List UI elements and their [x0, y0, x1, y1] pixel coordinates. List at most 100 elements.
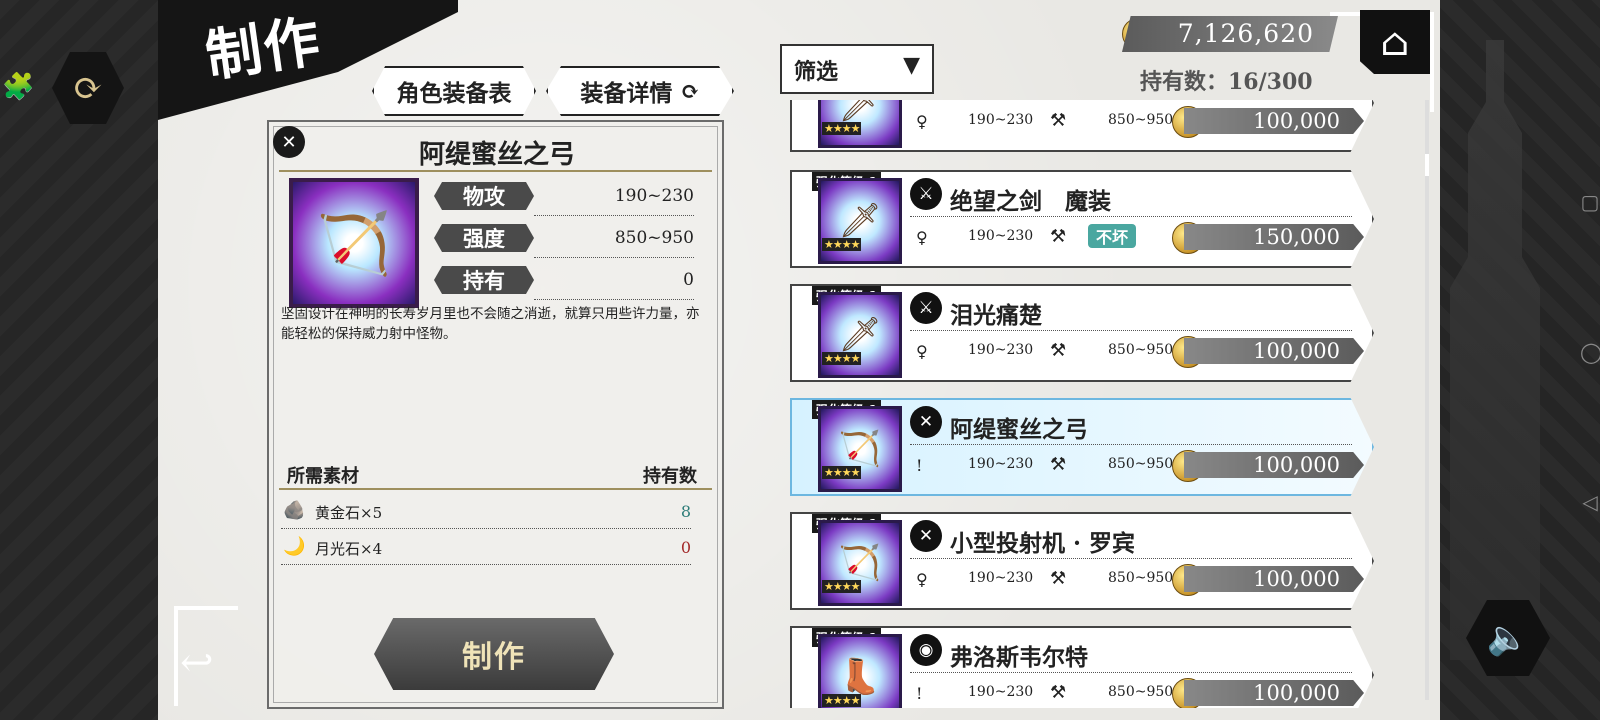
- name-divider: [910, 444, 1352, 445]
- stat-attack: 物攻 190~230: [434, 182, 694, 216]
- material-row[interactable]: 🌙 月光石×4 0: [281, 530, 691, 565]
- equipment-list[interactable]: 🗡 ★★★★ ♀ 190~230 ⚒ 850~950 100,000 强化等级-…: [780, 100, 1385, 708]
- list-item[interactable]: 强化等级-1 🏹 ★★★★ ✕ 小型投射机 · 罗宾 ♀ 190~230 ⚒ 8…: [790, 512, 1374, 610]
- list-item[interactable]: 强化等级-1 🗡 ★★★★ ⚔ 泪光痛楚 ♀ 190~230 ⚒ 850~950…: [790, 284, 1374, 382]
- tab-equipment-details-label: 装备详情: [580, 80, 673, 107]
- indestructible-badge: 不坏: [1088, 224, 1137, 248]
- attack-icon: !: [916, 684, 923, 703]
- attack-icon: ♀: [916, 112, 928, 131]
- material-owned: 8: [680, 502, 691, 521]
- tower-decoration: [1450, 40, 1540, 660]
- rarity-stars: ★★★★: [822, 238, 862, 251]
- list-item-price: 150,000: [1184, 224, 1364, 250]
- filter-dropdown[interactable]: 筛选 ▼: [780, 44, 934, 94]
- list-item-attack: 190~230: [968, 684, 1034, 700]
- rarity-stars: ★★★★: [822, 580, 862, 593]
- list-item[interactable]: 强化等级-1 🗡 ★★★★ ⚔ 绝望之剑 魔装 ♀ 190~230 ⚒ 不坏 1…: [790, 170, 1374, 268]
- list-item-price: 100,000: [1184, 108, 1364, 134]
- tab-character-equipment[interactable]: 角色装备表: [372, 66, 536, 116]
- item-title: 阿缇蜜丝之弓: [419, 140, 576, 170]
- name-divider: [910, 672, 1352, 673]
- home-icon: ⌂: [1380, 20, 1410, 64]
- stat-owned-value: 0: [683, 270, 694, 290]
- durability-icon: ⚒: [1050, 682, 1067, 703]
- bow-category-icon: ✕: [910, 520, 942, 552]
- list-item-price: 100,000: [1184, 566, 1364, 592]
- material-name: 黄金石×5: [315, 504, 383, 522]
- rarity-stars: ★★★★: [822, 122, 862, 135]
- title-divider: [279, 170, 712, 172]
- list-item-attack: 190~230: [968, 112, 1034, 128]
- stat-owned-label: 持有: [434, 266, 534, 294]
- list-item-name: 泪光痛楚: [950, 302, 1042, 329]
- name-divider: [910, 330, 1352, 331]
- bow-image: 🏹: [289, 178, 419, 308]
- durability-icon: ⚒: [1050, 568, 1067, 589]
- durability-icon: ⚒: [1050, 226, 1067, 247]
- name-divider: [910, 216, 1352, 217]
- currency-display: 7,126,620: [1122, 16, 1338, 52]
- list-item[interactable]: 强化等级-1 👢 ★★★★ ◉ 弗洛斯韦尔特 ! 190~230 ⚒ 850~9…: [790, 626, 1374, 708]
- durability-icon: ⚒: [1050, 110, 1067, 131]
- owned-count-label: 持有数: [643, 466, 697, 487]
- sword-thumbnail: 🗡: [818, 292, 902, 378]
- list-item-name: 绝望之剑 魔装: [950, 188, 1111, 215]
- rarity-stars: ★★★★: [822, 466, 862, 479]
- speaker-icon: 🔈: [1486, 618, 1530, 658]
- list-scrollbar[interactable]: [1425, 100, 1429, 700]
- nav-home-icon[interactable]: ◯: [1580, 340, 1600, 364]
- armor-category-icon: ◉: [910, 634, 942, 666]
- list-item-price: 100,000: [1184, 452, 1364, 478]
- sword-thumbnail: 🗡: [818, 178, 902, 264]
- materials-label: 所需素材: [287, 466, 359, 487]
- rarity-stars: ★★★★: [822, 694, 862, 707]
- home-button[interactable]: ⌂: [1360, 10, 1430, 74]
- list-item-price: 100,000: [1184, 338, 1364, 364]
- stat-durability-value: 850~950: [614, 228, 694, 248]
- stat-attack-value: 190~230: [614, 186, 694, 206]
- list-item-durability: 850~950: [1108, 342, 1174, 358]
- sword-category-icon: ⚔: [910, 292, 942, 324]
- list-item-durability: 850~950: [1108, 456, 1174, 472]
- moonstone-icon: 🌙: [283, 536, 306, 557]
- nav-back-icon[interactable]: ◁: [1580, 490, 1600, 514]
- list-item-name: 小型投射机 · 罗宾: [950, 530, 1136, 557]
- swap-icon: ⟳: [680, 77, 700, 105]
- materials-header: 所需素材 持有数: [287, 462, 697, 488]
- page-title: 制作: [201, 8, 326, 90]
- chevron-down-icon: ▼: [903, 52, 920, 78]
- list-item-attack: 190~230: [968, 570, 1034, 586]
- stat-divider: [534, 299, 694, 300]
- list-item-durability: 850~950: [1108, 684, 1174, 700]
- rarity-stars: ★★★★: [822, 352, 862, 365]
- durability-icon: ⚒: [1050, 454, 1067, 475]
- list-item-durability: 850~950: [1108, 570, 1174, 586]
- list-item-selected[interactable]: 强化等级-1 🏹 ★★★★ ✕ 阿缇蜜丝之弓 ! 190~230 ⚒ 850~9…: [790, 398, 1374, 496]
- stat-durability-label: 强度: [434, 224, 534, 252]
- attack-icon: ♀: [916, 570, 928, 589]
- list-item-name: 弗洛斯韦尔特: [950, 644, 1088, 671]
- tab-equipment-details[interactable]: 装备详情 ⟳: [546, 66, 734, 116]
- back-icon[interactable]: ↩: [180, 640, 214, 686]
- list-item[interactable]: 🗡 ★★★★ ♀ 190~230 ⚒ 850~950 100,000: [790, 100, 1374, 152]
- item-description: 坚固设计在神明的长寿岁月里也不会随之消逝，就算只用些许力量，亦能轻松的保持威力射…: [281, 306, 700, 342]
- list-item-attack: 190~230: [968, 342, 1034, 358]
- sword-category-icon: ⚔: [910, 178, 942, 210]
- refresh-icon: ⟳: [72, 67, 104, 109]
- stat-owned: 持有 0: [434, 266, 694, 300]
- list-item-durability: 850~950: [1108, 112, 1174, 128]
- filter-label: 筛选: [794, 59, 839, 85]
- puzzle-icon[interactable]: 🧩: [2, 72, 38, 112]
- material-owned: 0: [680, 538, 691, 557]
- list-item-price: 100,000: [1184, 680, 1364, 706]
- durability-icon: ⚒: [1050, 340, 1067, 361]
- crossbow-thumbnail: 🏹: [818, 520, 902, 606]
- list-item-attack: 190~230: [968, 456, 1034, 472]
- craft-button[interactable]: 制作: [374, 618, 614, 690]
- bow-category-icon: ✕: [273, 126, 305, 158]
- stat-divider: [534, 215, 694, 216]
- nav-recent-icon[interactable]: ▢: [1580, 190, 1600, 214]
- scrollbar-thumb[interactable]: [1425, 154, 1429, 176]
- material-row[interactable]: 🪨 黄金石×5 8: [281, 494, 691, 529]
- material-name: 月光石×4: [315, 540, 383, 558]
